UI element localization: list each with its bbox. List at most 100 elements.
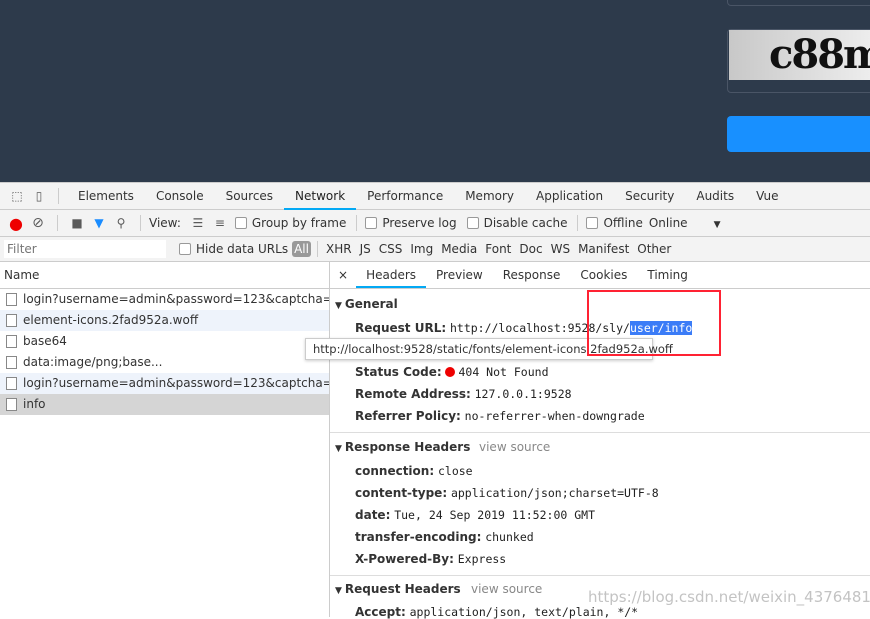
close-detail-button[interactable]: × <box>330 262 356 288</box>
tab-headers[interactable]: Headers <box>356 262 427 288</box>
tab-sources[interactable]: Sources <box>215 183 284 210</box>
hide-data-urls-label: Hide data URLs <box>196 242 289 256</box>
request-name: base64 <box>23 334 67 348</box>
request-row[interactable]: login?username=admin&password=123&captch… <box>0 373 329 394</box>
request-row[interactable]: base64 <box>0 331 329 352</box>
request-name: data:image/png;base... <box>23 355 163 369</box>
filter-bar: Hide data URLs All XHR JS CSS Img Media … <box>0 237 870 262</box>
remote-address-row: Remote Address: 127.0.0.1:9528 <box>355 387 572 401</box>
disable-cache-label: Disable cache <box>483 216 568 230</box>
filter-type-other[interactable]: Other <box>637 242 671 256</box>
status-code-row: Status Code: 404 Not Found <box>355 365 549 379</box>
tab-cookies[interactable]: Cookies <box>570 262 637 288</box>
request-name: info <box>23 397 46 411</box>
record-icon[interactable]: ● <box>5 214 27 233</box>
filter-type-xhr[interactable]: XHR <box>326 242 352 256</box>
referrer-policy-row: Referrer Policy: no-referrer-when-downgr… <box>355 409 645 423</box>
filter-type-css[interactable]: CSS <box>379 242 403 256</box>
file-icon <box>6 335 17 348</box>
request-row[interactable]: login?username=admin&password=123&captch… <box>0 289 329 310</box>
triangle-down-icon: ▼ <box>335 301 342 311</box>
general-section-toggle[interactable]: ▼ General <box>335 297 398 311</box>
preserve-log-label: Preserve log <box>382 216 457 230</box>
name-column-header[interactable]: Name <box>0 262 330 289</box>
filter-input[interactable] <box>4 240 166 258</box>
tab-memory[interactable]: Memory <box>454 183 525 210</box>
status-error-icon <box>445 367 456 377</box>
device-toolbar-icon[interactable]: ▯ <box>28 189 50 203</box>
tab-vue[interactable]: Vue <box>745 183 789 210</box>
login-button[interactable] <box>727 116 870 152</box>
divider <box>140 215 141 231</box>
detail-tabs: × Headers Preview Response Cookies Timin… <box>330 262 870 289</box>
tab-console[interactable]: Console <box>145 183 215 210</box>
chevron-down-icon: ▼ <box>713 220 721 230</box>
offline-checkbox[interactable] <box>586 217 599 229</box>
request-name: login?username=admin&password=123&captch… <box>23 376 329 390</box>
captcha-image[interactable]: c88m <box>729 30 870 80</box>
request-name: login?username=admin&password=123&captch… <box>23 292 329 306</box>
filter-type-img[interactable]: Img <box>410 242 433 256</box>
filter-type-font[interactable]: Font <box>485 242 511 256</box>
filter-type-all[interactable]: All <box>292 241 311 257</box>
request-row[interactable]: data:image/png;base... <box>0 352 329 373</box>
request-headers-toggle[interactable]: ▼ Request Headers <box>335 582 461 596</box>
filter-type-js[interactable]: JS <box>360 242 371 256</box>
triangle-down-icon: ▼ <box>335 444 342 454</box>
preserve-log-checkbox[interactable] <box>365 217 378 229</box>
offline-label: Offline <box>603 216 643 230</box>
disable-cache-checkbox[interactable] <box>466 217 479 229</box>
group-by-frame-checkbox[interactable] <box>234 217 247 229</box>
filter-type-doc[interactable]: Doc <box>519 242 542 256</box>
watermark: https://blog.csdn.net/weixin_43764814 <box>588 588 870 606</box>
divider <box>356 215 358 231</box>
group-by-frame-label: Group by frame <box>251 216 347 230</box>
triangle-down-icon: ▼ <box>335 586 342 596</box>
file-icon <box>6 377 17 390</box>
tab-elements[interactable]: Elements <box>67 183 145 210</box>
tab-timing[interactable]: Timing <box>637 262 698 288</box>
large-rows-icon[interactable]: ☰ <box>187 216 209 230</box>
request-list: login?username=admin&password=123&captch… <box>0 289 330 617</box>
divider <box>58 188 59 204</box>
filter-type-ws[interactable]: WS <box>551 242 570 256</box>
password-input[interactable] <box>727 0 870 6</box>
tab-preview[interactable]: Preview <box>426 262 493 288</box>
annotation-highlight-box <box>587 290 721 356</box>
view-source-link[interactable]: view source <box>479 440 550 454</box>
divider <box>330 432 870 433</box>
tab-response[interactable]: Response <box>493 262 571 288</box>
clear-icon[interactable]: ⊘ <box>27 215 49 231</box>
image-file-icon <box>6 356 17 369</box>
tab-network[interactable]: Network <box>284 183 357 210</box>
response-headers-toggle[interactable]: ▼ Response Headers <box>335 440 470 454</box>
waterfall-icon[interactable]: ≡ <box>209 216 231 230</box>
screenshot-camera-icon[interactable]: ■ <box>66 216 88 230</box>
request-row[interactable]: element-icons.2fad952a.woff <box>0 310 329 331</box>
filter-type-media[interactable]: Media <box>441 242 477 256</box>
filter-type-manifest[interactable]: Manifest <box>578 242 629 256</box>
inspect-element-icon[interactable]: ⬚ <box>6 189 28 203</box>
throttle-value: Online <box>648 216 688 230</box>
tab-audits[interactable]: Audits <box>685 183 745 210</box>
header-row: connection: close <box>355 464 473 478</box>
view-source-link[interactable]: view source <box>471 582 542 596</box>
divider <box>577 215 579 231</box>
network-toolbar: ● ⊘ ■ ▼ ⚲ View: ☰ ≡ Group by frame Prese… <box>0 210 870 237</box>
search-icon[interactable]: ⚲ <box>110 216 132 230</box>
file-icon <box>6 398 17 411</box>
throttle-select[interactable]: Online ▼ <box>649 216 721 230</box>
hide-data-urls-checkbox[interactable] <box>179 243 191 255</box>
request-row-selected[interactable]: info <box>0 394 329 415</box>
devtools-tabbar: ⬚ ▯ Elements Console Sources Network Per… <box>0 182 870 210</box>
tab-performance[interactable]: Performance <box>356 183 454 210</box>
request-name: element-icons.2fad952a.woff <box>23 313 199 327</box>
header-row: date: Tue, 24 Sep 2019 11:52:00 GMT <box>355 508 595 522</box>
divider <box>57 215 58 231</box>
view-label: View: <box>149 216 181 230</box>
header-row: X-Powered-By: Express <box>355 552 507 566</box>
filter-icon[interactable]: ▼ <box>88 216 110 230</box>
tab-security[interactable]: Security <box>614 183 685 210</box>
tab-application[interactable]: Application <box>525 183 614 210</box>
header-row: transfer-encoding: chunked <box>355 530 534 544</box>
